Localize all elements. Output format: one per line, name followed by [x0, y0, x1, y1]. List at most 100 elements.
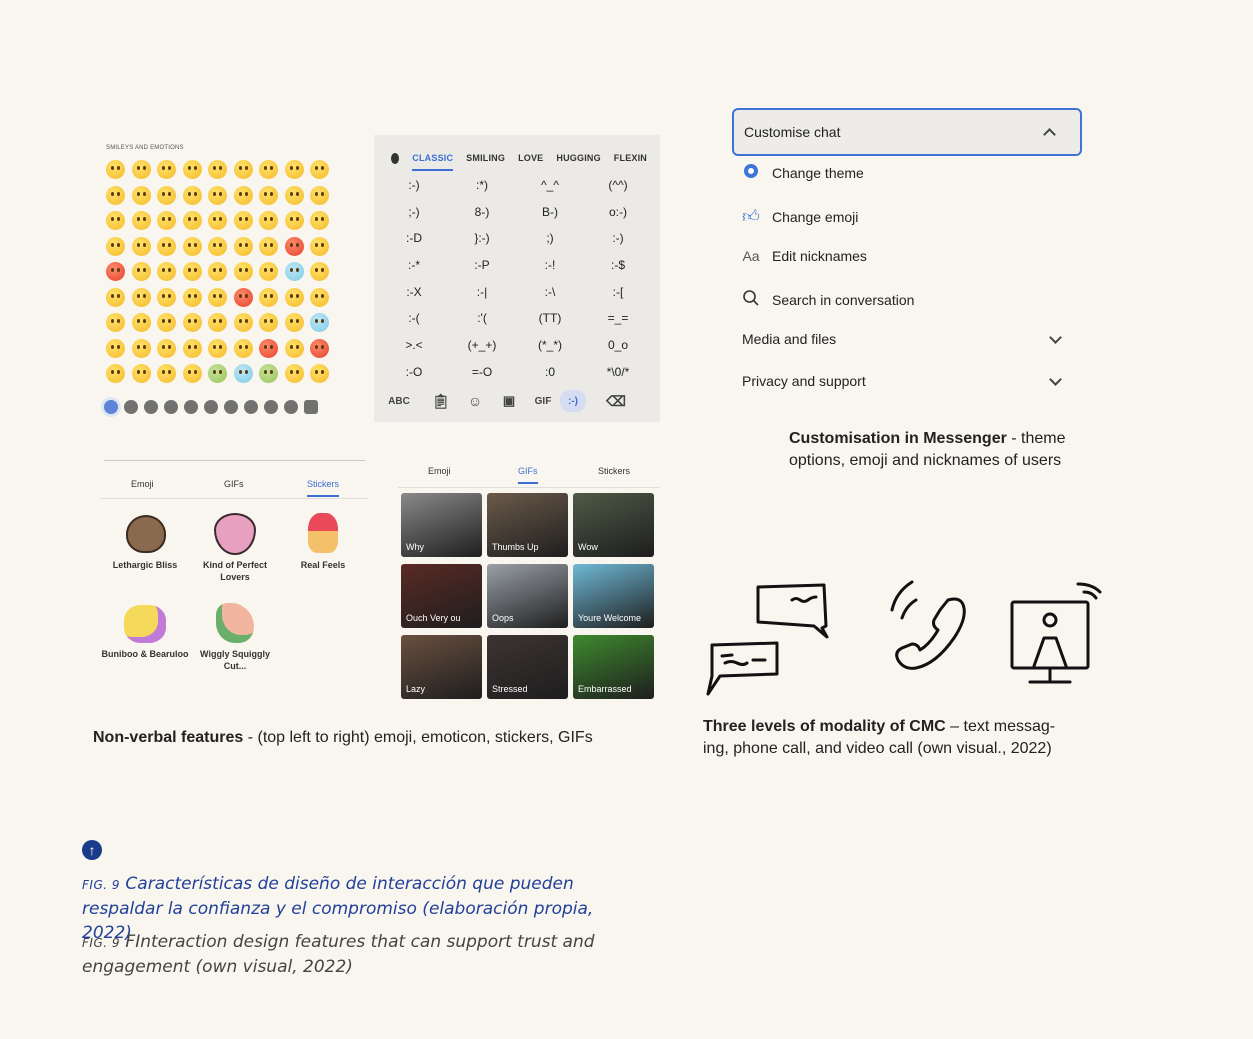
emoticon-key[interactable]: :-) [584, 225, 652, 252]
tab-emoji[interactable]: Emoji [428, 466, 451, 476]
emoji-icon[interactable] [310, 185, 329, 205]
activity-category-icon[interactable] [224, 400, 238, 414]
emoji-icon[interactable] [157, 236, 176, 256]
emoticon-key[interactable]: 8-) [448, 199, 516, 226]
emoji-icon[interactable] [259, 262, 278, 281]
emoticon-key[interactable]: :-$ [584, 252, 652, 279]
emoji-icon[interactable] [284, 185, 304, 205]
emoji-icon[interactable] [259, 338, 278, 358]
food-category-icon[interactable] [184, 400, 198, 414]
emoticon-key[interactable]: :-\ [516, 279, 584, 306]
emoji-icon[interactable] [208, 185, 227, 205]
emoji-icon[interactable] [233, 236, 253, 256]
emoji-icon[interactable] [208, 338, 227, 358]
emoticon-key[interactable]: ^_^ [516, 172, 584, 199]
emoji-icon[interactable] [208, 160, 227, 179]
emoticon-key[interactable]: :-[ [584, 279, 652, 306]
emoji-icon[interactable] [310, 211, 329, 230]
emoji-icon[interactable] [106, 236, 125, 256]
emoji-icon[interactable] [310, 313, 329, 332]
emoji-icon[interactable] [131, 185, 151, 205]
emoticon-key[interactable]: :0 [516, 359, 584, 386]
emoji-icon[interactable] [182, 338, 202, 358]
emoji-icon[interactable] [106, 287, 125, 307]
emoji-icon[interactable] [233, 160, 253, 179]
emoji-icon[interactable] [233, 364, 253, 383]
emoji-icon[interactable] [284, 338, 304, 358]
media-files-item[interactable]: Media and files [742, 331, 1082, 347]
gif-thumbnail[interactable]: Wow [573, 493, 654, 557]
emoticon-key[interactable]: :-| [448, 279, 516, 306]
emoticon-key[interactable]: :-D [380, 225, 448, 252]
emoji-icon[interactable] [284, 160, 304, 179]
emoji-icon[interactable] [259, 236, 278, 256]
emoticon-key[interactable]: (TT) [516, 305, 584, 332]
gif-thumbnail[interactable]: Youre Welcome [573, 564, 654, 628]
emoji-icon[interactable] [106, 160, 125, 179]
emoji-icon[interactable] [157, 287, 176, 307]
emoji-icon[interactable] [208, 364, 227, 383]
gif-thumbnail[interactable]: Stressed [487, 635, 568, 699]
emoji-icon[interactable] [233, 338, 253, 358]
tab-flexin[interactable]: FLEXIN [614, 153, 647, 163]
tab-emoji[interactable]: Emoji [131, 479, 154, 489]
emoji-icon[interactable] [182, 185, 202, 205]
emoji-icon[interactable] [182, 313, 202, 332]
gif-thumbnail[interactable]: Oops [487, 564, 568, 628]
animal-category-icon[interactable] [164, 400, 178, 414]
emoji-icon[interactable] [131, 287, 151, 307]
backspace-icon[interactable]: ⌫ [586, 393, 646, 410]
tab-gifs[interactable]: GIFs [224, 479, 244, 489]
emoticon-key[interactable]: (+_+) [448, 332, 516, 359]
emoji-icon[interactable] [131, 236, 151, 256]
gif-key[interactable]: GIF [526, 396, 560, 407]
gif-thumbnail[interactable]: Ouch Very ou [401, 564, 482, 628]
sticker-icon[interactable]: ▣ [492, 393, 526, 409]
emoticon-key[interactable]: :-P [448, 252, 516, 279]
emoticon-key[interactable]: :-) [560, 390, 586, 412]
customise-chat-header[interactable]: Customise chat [732, 108, 1082, 156]
emoji-icon[interactable] [284, 236, 304, 256]
emoji-icon[interactable] [208, 211, 227, 230]
emoji-icon[interactable] [182, 211, 202, 230]
emoticon-key[interactable]: :'( [448, 305, 516, 332]
flowers-sticker-icon[interactable] [216, 603, 254, 643]
emoji-icon[interactable] [208, 236, 227, 256]
emoticon-key[interactable]: :-! [516, 252, 584, 279]
emoji-icon[interactable] [284, 211, 304, 230]
emoticon-key[interactable]: }:-) [448, 225, 516, 252]
emoji-icon[interactable] [131, 364, 151, 383]
change-emoji-item[interactable]: 👍︎ Change emoji [742, 206, 858, 227]
emoji-icon[interactable] [233, 287, 253, 307]
emoji-icon[interactable] [259, 160, 278, 179]
tab-stickers[interactable]: Stickers [307, 479, 340, 497]
emoji-icon[interactable] [284, 287, 304, 307]
emoticon-key[interactable]: ;-) [380, 199, 448, 226]
emoji-icon[interactable] [157, 262, 176, 281]
privacy-support-item[interactable]: Privacy and support [742, 373, 1082, 389]
emoji-icon[interactable] [233, 211, 253, 230]
emoji-icon[interactable] [157, 185, 176, 205]
emoji-icon[interactable]: ☺ [458, 393, 492, 409]
emoji-icon[interactable] [106, 364, 125, 383]
arrow-up-icon[interactable]: ↑ [82, 840, 102, 860]
emoji-icon[interactable] [208, 262, 227, 281]
symbol-category-icon[interactable] [264, 400, 278, 414]
emoji-icon[interactable] [182, 262, 202, 281]
gif-thumbnail[interactable]: Thumbs Up [487, 493, 568, 557]
emoji-icon[interactable] [157, 160, 176, 179]
emoticon-key[interactable]: 0_o [584, 332, 652, 359]
people-category-icon[interactable] [144, 400, 158, 414]
emoji-icon[interactable] [284, 262, 304, 281]
emoji-icon[interactable] [182, 287, 202, 307]
emoji-icon[interactable] [208, 287, 227, 307]
flag-category-icon[interactable] [284, 400, 298, 414]
emoji-icon[interactable] [259, 313, 278, 332]
bunny-bear-sticker-icon[interactable] [124, 605, 166, 643]
emoji-icon[interactable] [182, 160, 202, 179]
emoji-icon[interactable] [157, 364, 176, 383]
emoji-icon[interactable] [106, 185, 125, 205]
emoticon-key[interactable]: o:-) [584, 199, 652, 226]
emoji-icon[interactable] [208, 313, 227, 332]
tab-classic[interactable]: CLASSIC [412, 153, 454, 171]
